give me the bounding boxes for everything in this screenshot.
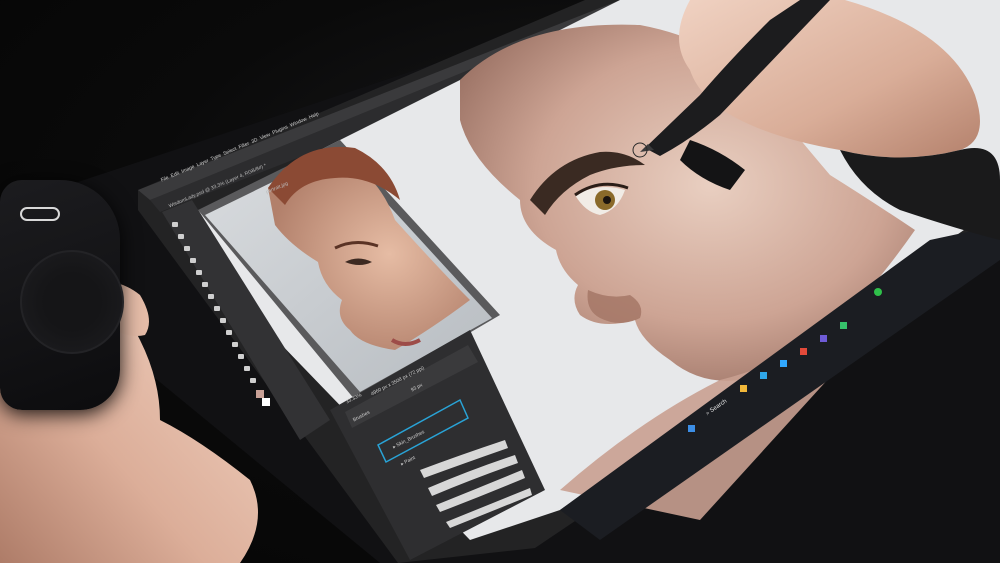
eyedropper-tool-icon bbox=[196, 270, 202, 275]
clone-tool-icon bbox=[214, 306, 220, 311]
pen-tool-icon bbox=[238, 354, 244, 359]
photoshop-taskbar-icon[interactable] bbox=[780, 360, 787, 367]
dodge-tool-icon bbox=[232, 342, 238, 347]
marquee-tool-icon bbox=[178, 234, 184, 239]
gradient-tool-icon bbox=[226, 330, 232, 335]
whatsapp-icon[interactable] bbox=[874, 288, 882, 296]
drawing-tablet-scene bbox=[0, 0, 1000, 563]
type-tool-icon bbox=[244, 366, 250, 371]
foreground-color-swatch bbox=[256, 390, 264, 398]
painted-pupil bbox=[603, 196, 611, 204]
app-icon-purple[interactable] bbox=[820, 335, 827, 342]
browser-icon[interactable] bbox=[760, 372, 767, 379]
remote-dial[interactable] bbox=[20, 250, 124, 354]
scene: File Edit Image Layer Type Select Filter… bbox=[0, 0, 1000, 563]
background-color-swatch bbox=[262, 398, 270, 406]
crop-tool-icon bbox=[190, 258, 196, 263]
file-explorer-icon[interactable] bbox=[740, 385, 747, 392]
app-icon-green[interactable] bbox=[840, 322, 847, 329]
lasso-tool-icon bbox=[184, 246, 190, 251]
eraser-tool-icon bbox=[220, 318, 226, 323]
healing-tool-icon bbox=[202, 282, 208, 287]
move-tool-icon bbox=[172, 222, 178, 227]
brush-tool-icon bbox=[208, 294, 214, 299]
app-icon-red[interactable] bbox=[800, 348, 807, 355]
remote-button-icon[interactable] bbox=[20, 207, 60, 221]
remote-controller[interactable] bbox=[0, 180, 124, 410]
hand-tool-icon bbox=[250, 378, 256, 383]
start-icon[interactable] bbox=[688, 425, 695, 432]
